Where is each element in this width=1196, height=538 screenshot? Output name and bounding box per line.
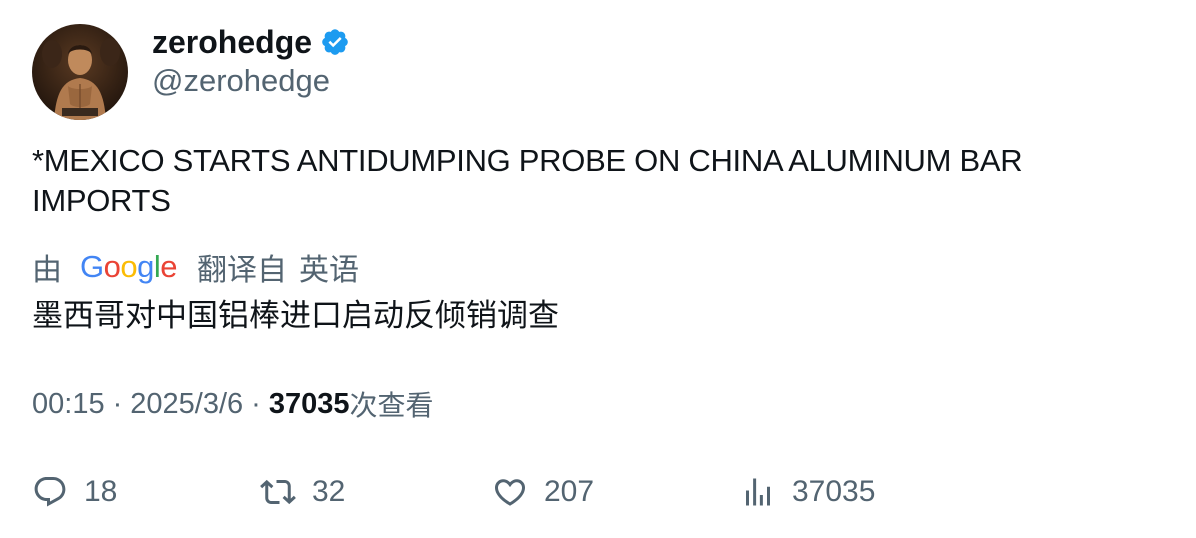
author-name-row: zerohedge: [152, 22, 350, 62]
avatar-image: [32, 24, 128, 120]
display-name[interactable]: zerohedge: [152, 22, 312, 62]
action-bar: 18 32 207 37035: [32, 470, 1132, 514]
retweet-icon: [260, 479, 296, 505]
views-button[interactable]: 37035: [740, 470, 875, 514]
meta-separator: ·: [112, 387, 123, 420]
author-handle[interactable]: @zerohedge: [152, 62, 330, 100]
tweet-date[interactable]: 2025/3/6: [130, 388, 243, 421]
tweet-text: *MEXICO STARTS ANTIDUMPING PROBE ON CHIN…: [32, 143, 1023, 218]
retweet-button[interactable]: 32: [260, 470, 345, 514]
analytics-icon: [746, 478, 770, 506]
like-button[interactable]: 207: [492, 470, 594, 514]
avatar[interactable]: [32, 24, 128, 120]
meta-views-count: 37035: [268, 387, 350, 420]
heart-icon: [494, 479, 526, 506]
google-logo[interactable]: Google: [80, 246, 178, 288]
translated-from-label: 翻译自: [197, 253, 288, 288]
tweet-meta: 00:15 · 2025/3/6 · 37035 次查看: [32, 384, 433, 424]
like-count: 207: [544, 475, 595, 508]
verified-badge-icon: [320, 27, 350, 57]
tweet-card: zerohedge @zerohedge *MEXICO STARTS ANTI…: [0, 0, 1196, 538]
translated-tweet-text: 墨西哥对中国铝棒进口启动反倾销调查: [32, 298, 559, 334]
translation-attribution: 由 Google 翻译自 英语: [32, 246, 359, 288]
views-count: 37035: [792, 475, 876, 508]
meta-views-label: 次查看: [349, 389, 434, 422]
reply-count: 18: [84, 475, 118, 508]
translated-by-label: 由: [32, 253, 62, 288]
tweet-time[interactable]: 00:15: [32, 388, 105, 421]
reply-button[interactable]: 18: [32, 470, 117, 514]
meta-separator: ·: [251, 387, 261, 420]
retweet-count: 32: [312, 475, 346, 508]
reply-icon: [34, 477, 66, 507]
source-language: 英语: [299, 253, 360, 288]
